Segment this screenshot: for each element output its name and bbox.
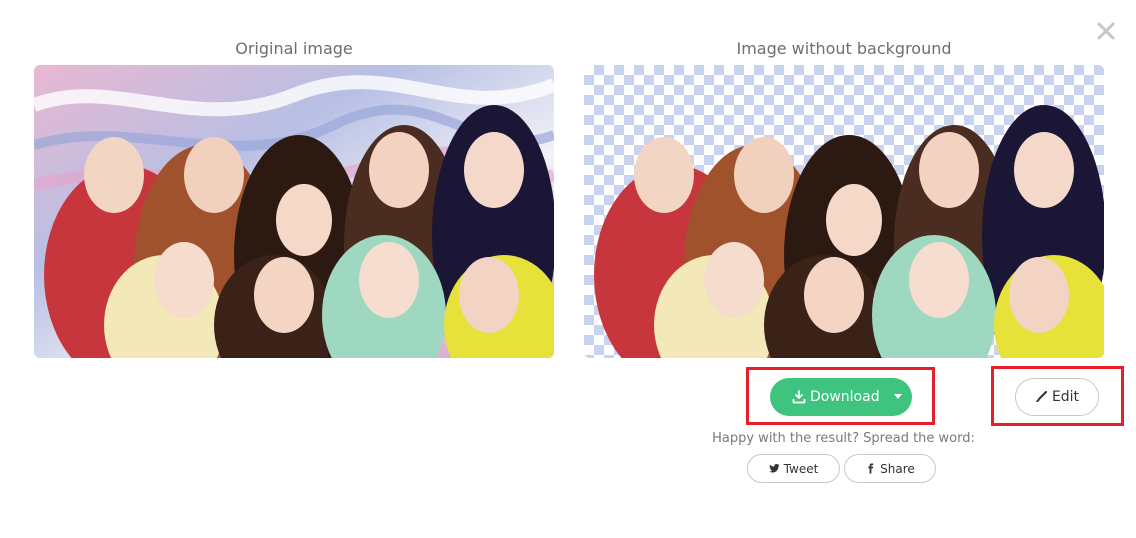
download-label: Download [810, 389, 880, 405]
people-group-cutout [594, 105, 1104, 358]
download-icon [792, 390, 806, 404]
original-image-title: Original image [235, 39, 353, 58]
download-button[interactable]: Download [770, 378, 912, 416]
share-label: Share [880, 461, 915, 476]
caret-down-icon[interactable] [894, 394, 902, 399]
brush-icon [1035, 391, 1047, 402]
facebook-share-button[interactable]: Share [844, 454, 936, 483]
facebook-icon [868, 463, 874, 474]
tweet-button[interactable]: Tweet [747, 454, 840, 483]
result-image [584, 65, 1104, 358]
share-prompt: Happy with the result? Spread the word: [712, 431, 975, 446]
edit-button[interactable]: Edit [1015, 378, 1099, 416]
people-group [44, 105, 554, 358]
original-image [34, 65, 554, 358]
tweet-label: Tweet [783, 461, 819, 476]
result-image-title: Image without background [736, 39, 952, 58]
twitter-icon [768, 464, 780, 473]
edit-label: Edit [1051, 389, 1080, 405]
remove-bg-result-dialog: Original image Image without background [0, 0, 1136, 538]
